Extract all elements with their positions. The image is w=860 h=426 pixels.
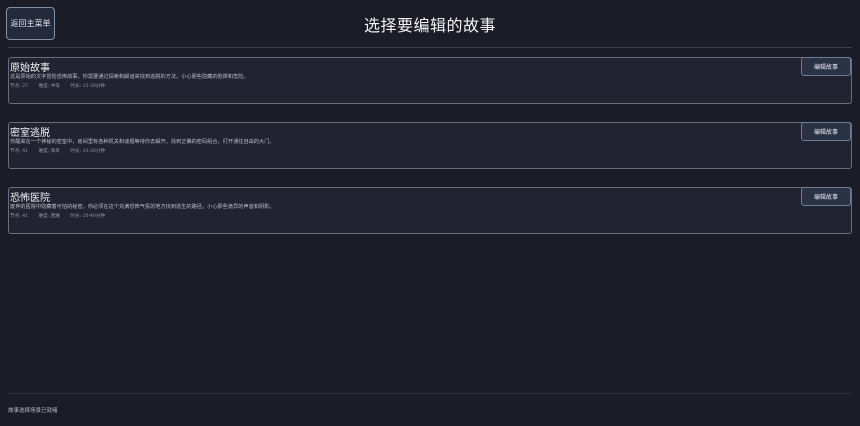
story-card-horror-hospital: 恐怖医院 废弃的医院中隐藏着可怕的秘密。你必须在这个充满恐怖气氛的地方找到逃生的… xyxy=(8,187,852,234)
edit-story-button[interactable]: 编辑故事 xyxy=(801,57,851,76)
story-difficulty: 难度: 困难 xyxy=(38,214,60,219)
story-description: 你醒来在一个神秘的密室中，房间里有各种机关和谜题等待你去解开。找到正确的密码组合… xyxy=(10,139,275,145)
story-description: 这是原始的文字冒险恐怖故事。你需要通过探索和解谜来找到逃脱的方法。小心那些隐藏的… xyxy=(10,74,249,80)
story-card-original: 原始故事 这是原始的文字冒险恐怖故事。你需要通过探索和解谜来找到逃脱的方法。小心… xyxy=(8,57,852,104)
story-meta: 节点: 41 难度: 简单 时长: 10-20分钟 xyxy=(10,148,114,154)
story-meta: 节点: 41 难度: 困难 时长: 20-40分钟 xyxy=(10,213,114,219)
footer-divider xyxy=(8,393,852,394)
story-card-escape-room: 密室逃脱 你醒来在一个神秘的密室中，房间里有各种机关和谜题等待你去解开。找到正确… xyxy=(8,122,852,169)
header-divider xyxy=(8,47,852,48)
page-title: 选择要编辑的故事 xyxy=(363,16,496,35)
story-duration: 时长: 15-30分钟 xyxy=(70,84,106,89)
story-difficulty: 难度: 中等 xyxy=(38,84,60,89)
edit-story-button[interactable]: 编辑故事 xyxy=(801,187,851,206)
story-difficulty: 难度: 简单 xyxy=(38,149,60,154)
story-title: 原始故事 xyxy=(10,63,50,74)
story-title: 密室逃脱 xyxy=(10,128,50,139)
story-nodes: 节点: 41 xyxy=(10,214,29,219)
story-description: 废弃的医院中隐藏着可怕的秘密。你必须在这个充满恐怖气氛的地方找到逃生的路径。小心… xyxy=(10,204,275,210)
story-title: 恐怖医院 xyxy=(10,193,50,204)
story-nodes: 节点: 27 xyxy=(10,84,29,89)
story-nodes: 节点: 41 xyxy=(10,149,29,154)
story-duration: 时长: 20-40分钟 xyxy=(70,214,106,219)
story-duration: 时长: 10-20分钟 xyxy=(70,149,106,154)
story-meta: 节点: 27 难度: 中等 时长: 15-30分钟 xyxy=(10,83,114,89)
edit-story-button[interactable]: 编辑故事 xyxy=(801,122,851,141)
status-text: 故事选择场景已就绪 xyxy=(8,408,58,414)
